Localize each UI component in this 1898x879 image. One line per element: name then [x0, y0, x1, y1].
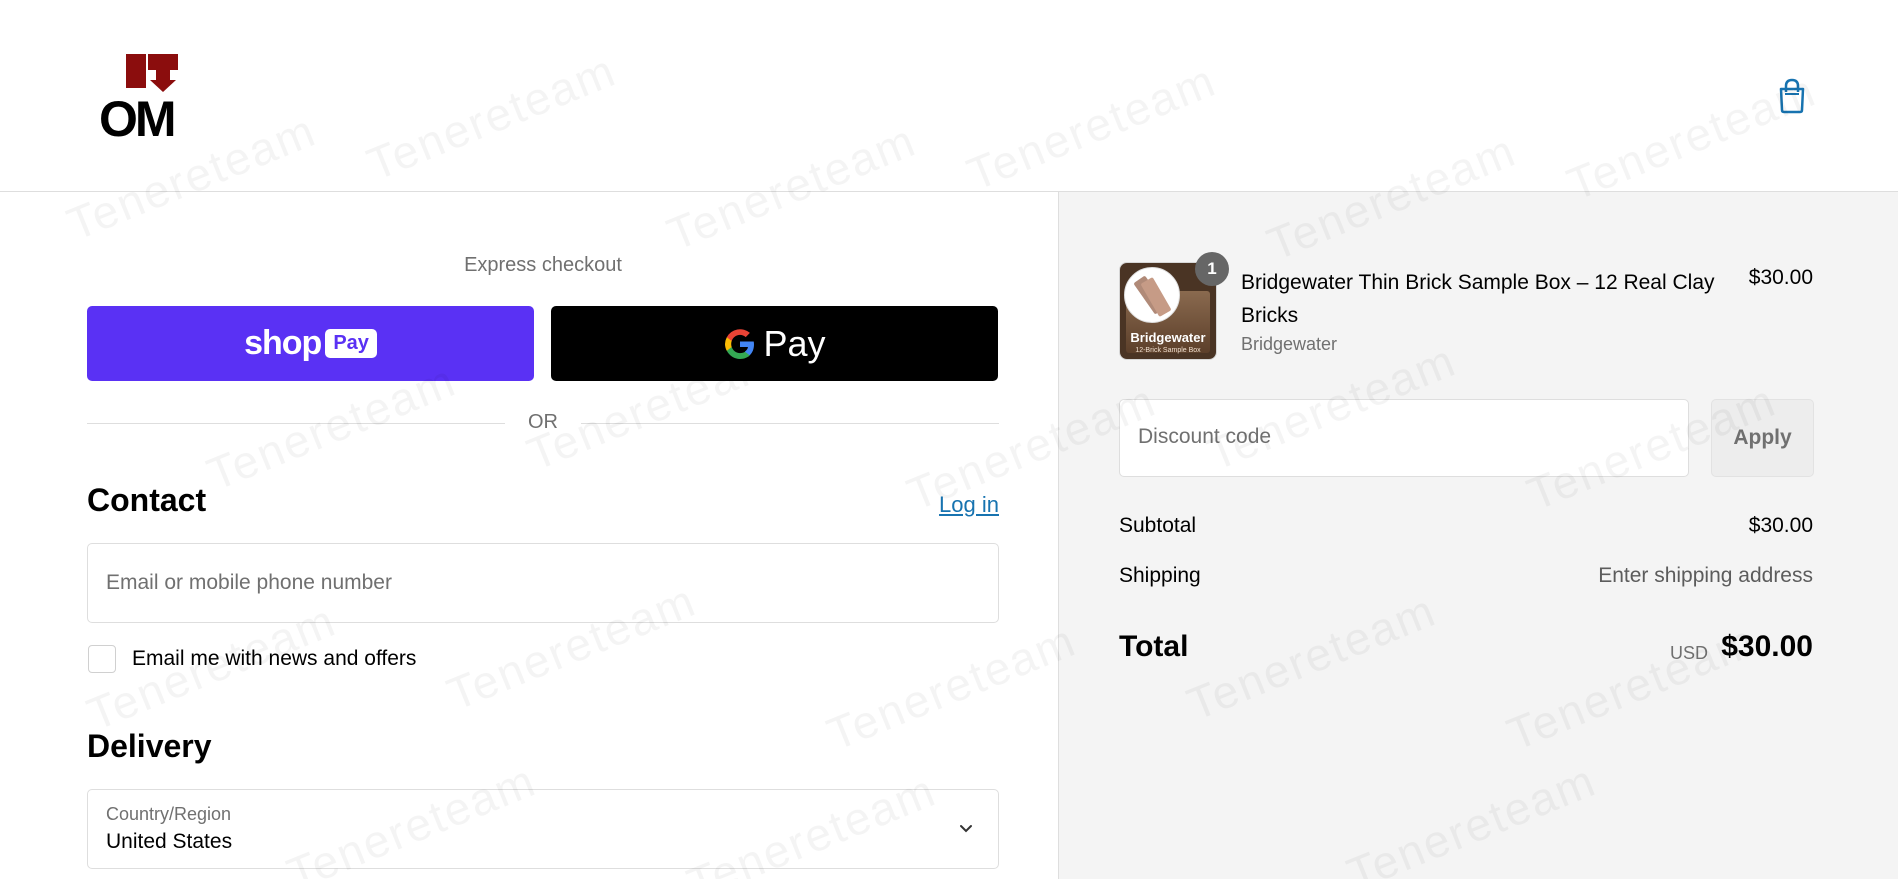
- country-value: United States: [106, 830, 233, 853]
- email-placeholder: Email or mobile phone number: [106, 571, 392, 594]
- product-price: $30.00: [1748, 266, 1813, 289]
- discount-placeholder: Discount code: [1138, 425, 1272, 448]
- thumbnail-brick-circle: [1124, 267, 1180, 323]
- logo-text: OM: [99, 91, 174, 140]
- apply-discount-button[interactable]: Apply: [1711, 399, 1814, 477]
- subtotal-label: Subtotal: [1119, 514, 1197, 537]
- country-select[interactable]: Country/Region United States: [87, 789, 999, 869]
- discount-code-input[interactable]: Discount code: [1119, 399, 1689, 477]
- express-checkout-title: Express checkout: [464, 254, 622, 276]
- email-field[interactable]: Email or mobile phone number: [87, 543, 999, 623]
- shipping-value: Enter shipping address: [1598, 564, 1813, 587]
- shop-pay-button[interactable]: shop Pay: [87, 306, 534, 381]
- delivery-heading: Delivery: [87, 728, 212, 764]
- shop-pay-badge: Pay: [325, 329, 377, 358]
- product-vendor: Bridgewater: [1241, 334, 1338, 354]
- divider-left: [87, 423, 505, 424]
- total-label: Total: [1119, 630, 1189, 663]
- login-link[interactable]: Log in: [900, 492, 999, 518]
- or-divider-label: OR: [528, 411, 558, 433]
- checkout-main: Express checkout shop Pay Pay OR Contact…: [0, 192, 1058, 879]
- checkout-header: OM: [0, 0, 1898, 192]
- store-logo[interactable]: OM: [98, 52, 202, 147]
- product-name: Bridgewater Thin Brick Sample Box – 12 R…: [1241, 271, 1715, 327]
- google-g-icon: [725, 328, 755, 359]
- newsletter-label[interactable]: Email me with news and offers: [132, 647, 416, 671]
- shipping-label: Shipping: [1119, 564, 1201, 587]
- google-pay-word: Pay: [763, 322, 826, 364]
- quantity-badge: 1: [1195, 252, 1229, 286]
- total-value: $30.00: [1721, 630, 1813, 663]
- order-summary: Bridgewater 12-Brick Sample Box 1 Bridge…: [1058, 192, 1898, 879]
- divider-right: [581, 423, 999, 424]
- logo-mark: OM: [99, 54, 178, 147]
- google-pay-button[interactable]: Pay: [551, 306, 998, 381]
- cart-icon[interactable]: [1775, 78, 1809, 114]
- shop-pay-word: shop: [244, 324, 322, 362]
- chevron-down-icon: [960, 825, 972, 833]
- thumbnail-subcaption: 12-Brick Sample Box: [1135, 347, 1201, 354]
- thumbnail-caption: Bridgewater: [1130, 330, 1206, 345]
- contact-heading: Contact: [87, 482, 207, 518]
- country-label: Country/Region: [106, 804, 232, 824]
- subtotal-value: $30.00: [1748, 514, 1813, 537]
- newsletter-checkbox[interactable]: [88, 645, 116, 673]
- total-currency: USD: [1669, 643, 1708, 663]
